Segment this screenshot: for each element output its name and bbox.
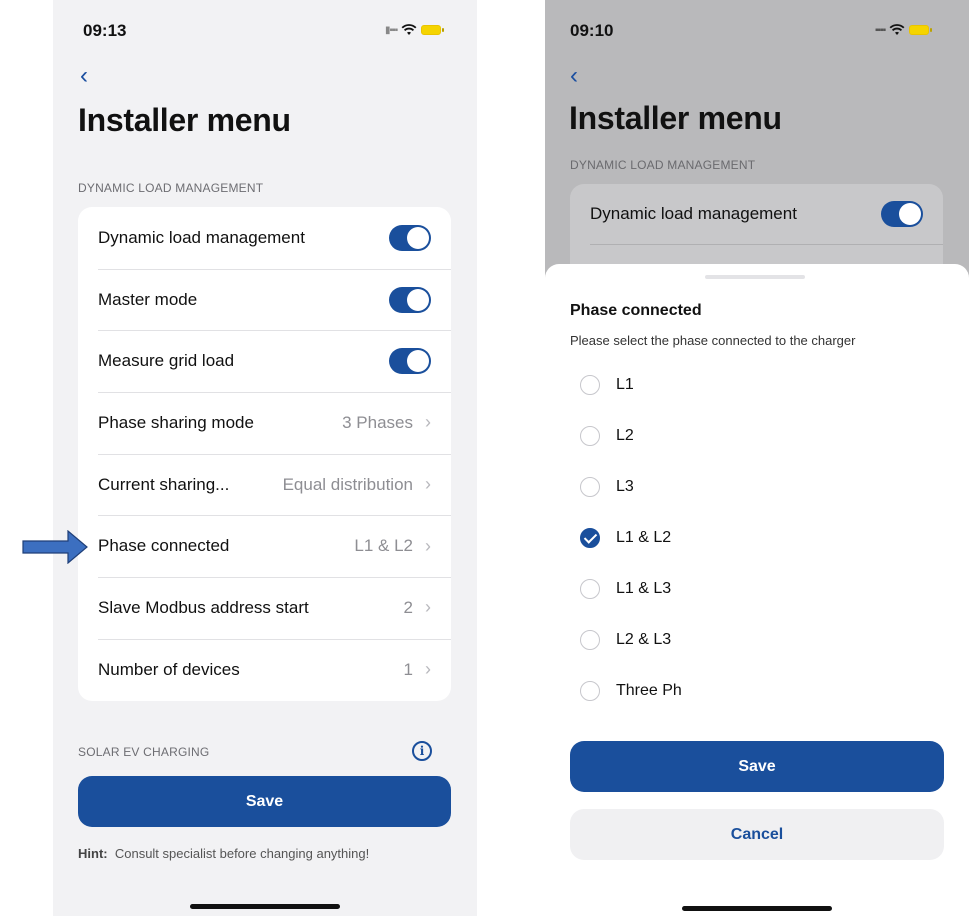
section-header-solar: SOLAR EV CHARGING bbox=[78, 745, 210, 759]
sheet-subtitle: Please select the phase connected to the… bbox=[570, 333, 856, 348]
option-label: L1 & L3 bbox=[616, 580, 672, 597]
option-l2-l3[interactable]: L2 & L3 bbox=[580, 627, 671, 653]
radio-icon bbox=[580, 375, 600, 395]
row-value: Equal distribution bbox=[282, 474, 413, 494]
hint-message: Consult specialist before changing anyth… bbox=[114, 846, 370, 861]
row-label: Current sharing... bbox=[98, 474, 230, 494]
row-measure-grid-load[interactable]: Measure grid load bbox=[78, 330, 451, 392]
left-phone-screen: 09:13 ▮▪▪▪ ‹ Installer menu DYNAMIC LOAD… bbox=[53, 0, 477, 916]
section-header-dlm: DYNAMIC LOAD MANAGEMENT bbox=[570, 158, 756, 172]
back-chevron-icon[interactable]: ‹ bbox=[80, 64, 88, 88]
hint-text: Hint: Consult specialist before changing… bbox=[78, 846, 369, 861]
row-label: Master mode bbox=[98, 289, 198, 309]
option-l1[interactable]: L1 bbox=[580, 372, 634, 398]
row-label: Slave Modbus address start bbox=[98, 597, 309, 617]
chevron-right-icon: › bbox=[425, 659, 431, 680]
row-slave-modbus-address[interactable]: Slave Modbus address start 2 › bbox=[78, 577, 451, 639]
battery-icon bbox=[909, 25, 933, 35]
option-l1-l2[interactable]: L1 & L2 bbox=[580, 525, 671, 551]
option-label: L1 & L2 bbox=[616, 529, 672, 546]
settings-card: Dynamic load management Master mode Meas… bbox=[78, 207, 451, 701]
chevron-right-icon: › bbox=[425, 535, 431, 556]
option-label: Three Ph bbox=[616, 682, 682, 699]
hint-prefix: Hint: bbox=[78, 846, 108, 861]
row-dynamic-load-management[interactable]: Dynamic load management bbox=[78, 207, 451, 269]
radio-icon bbox=[580, 477, 600, 497]
chevron-right-icon: › bbox=[425, 597, 431, 618]
status-time: 09:10 bbox=[570, 21, 614, 40]
row-dynamic-load-management: Dynamic load management bbox=[570, 184, 943, 244]
battery-icon bbox=[421, 25, 445, 35]
radio-icon bbox=[580, 579, 600, 599]
row-label: Phase sharing mode bbox=[98, 412, 254, 432]
chevron-right-icon: › bbox=[425, 412, 431, 433]
sheet-cancel-button[interactable]: Cancel bbox=[570, 809, 944, 860]
row-phase-connected[interactable]: Phase connected L1 & L2 › bbox=[78, 515, 451, 577]
row-master-mode[interactable]: Master mode bbox=[78, 268, 451, 331]
radio-icon bbox=[580, 681, 600, 701]
wifi-icon bbox=[889, 24, 905, 35]
status-icons: ▮▪▪▪ bbox=[385, 24, 445, 36]
option-label: L1 bbox=[616, 376, 634, 393]
sheet-grabber[interactable] bbox=[705, 275, 805, 279]
dlm-toggle[interactable] bbox=[389, 224, 431, 251]
row-label: Dynamic load management bbox=[590, 204, 797, 223]
page-title: Installer menu bbox=[78, 102, 291, 138]
measure-grid-load-toggle[interactable] bbox=[389, 348, 431, 375]
option-label: L2 bbox=[616, 427, 634, 444]
wifi-icon bbox=[401, 24, 417, 35]
annotation-arrow-icon bbox=[22, 530, 88, 564]
option-l1-l3[interactable]: L1 & L3 bbox=[580, 576, 671, 602]
row-current-sharing[interactable]: Current sharing... Equal distribution › bbox=[78, 453, 451, 516]
option-l3[interactable]: L3 bbox=[580, 474, 634, 500]
row-value: 3 Phases bbox=[342, 412, 413, 432]
right-phone-screen: 09:10 ▪▪▪▪ ‹ Installer menu DYNAMIC LOAD… bbox=[545, 0, 969, 916]
radio-check-icon bbox=[580, 528, 600, 548]
master-mode-toggle[interactable] bbox=[389, 286, 431, 313]
option-three-ph[interactable]: Three Ph bbox=[580, 678, 682, 704]
signal-icon: ▮▪▪▪ bbox=[385, 24, 398, 36]
save-button[interactable]: Save bbox=[78, 776, 451, 827]
status-icons: ▪▪▪▪ bbox=[875, 24, 933, 36]
dlm-toggle bbox=[881, 201, 923, 227]
sheet-save-button[interactable]: Save bbox=[570, 741, 944, 792]
row-label: Dynamic load management bbox=[98, 227, 305, 247]
row-label: Phase connected bbox=[98, 536, 230, 556]
option-l2[interactable]: L2 bbox=[580, 423, 634, 449]
row-number-of-devices[interactable]: Number of devices 1 › bbox=[78, 638, 451, 701]
section-header-dlm: DYNAMIC LOAD MANAGEMENT bbox=[78, 181, 264, 195]
option-label: L3 bbox=[616, 478, 634, 495]
row-label: Number of devices bbox=[98, 659, 240, 679]
row-value: 2 bbox=[403, 597, 413, 617]
row-label: Measure grid load bbox=[98, 351, 235, 371]
dimmed-background: 09:10 ▪▪▪▪ ‹ Installer menu DYNAMIC LOAD… bbox=[545, 0, 969, 280]
radio-icon bbox=[580, 630, 600, 650]
row-value: 1 bbox=[403, 659, 413, 679]
chevron-right-icon: › bbox=[425, 474, 431, 495]
signal-icon: ▪▪▪▪ bbox=[875, 24, 886, 36]
row-value: L1 & L2 bbox=[354, 536, 413, 556]
status-time: 09:13 bbox=[83, 21, 127, 40]
info-icon[interactable]: i bbox=[412, 741, 432, 761]
page-title: Installer menu bbox=[569, 100, 782, 136]
sheet-title: Phase connected bbox=[570, 302, 702, 319]
radio-icon bbox=[580, 426, 600, 446]
back-chevron-icon: ‹ bbox=[570, 62, 578, 89]
home-indicator bbox=[190, 904, 340, 909]
bottom-sheet: Phase connected Please select the phase … bbox=[545, 264, 969, 916]
option-label: L2 & L3 bbox=[616, 631, 672, 648]
home-indicator bbox=[682, 906, 832, 911]
row-phase-sharing-mode[interactable]: Phase sharing mode 3 Phases › bbox=[78, 392, 451, 454]
